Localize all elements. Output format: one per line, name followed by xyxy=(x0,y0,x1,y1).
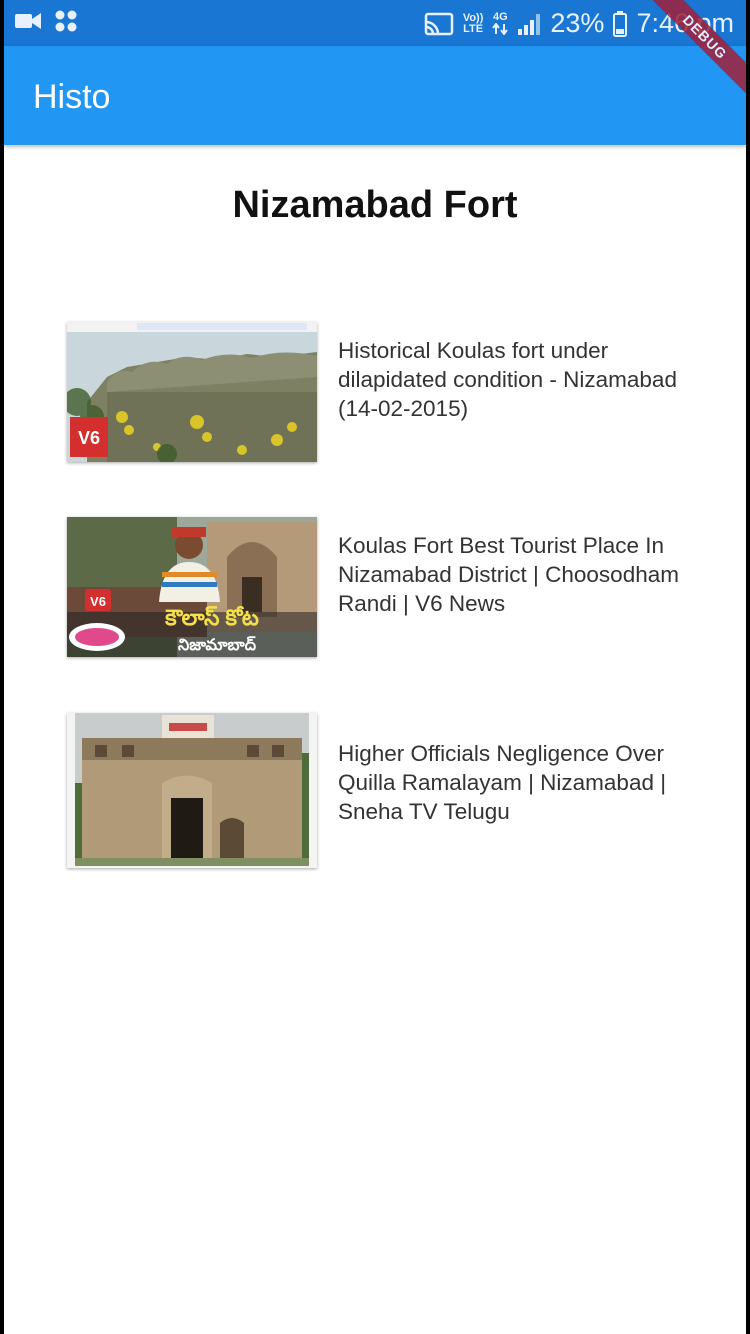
app-title: Histo xyxy=(33,78,111,116)
svg-text:కౌలాస్ కోట: కౌలాస్ కోట xyxy=(164,605,259,630)
data-arrows-icon: 4G xyxy=(492,11,509,35)
video-title[interactable]: Historical Koulas fort under dilapidated… xyxy=(338,336,708,423)
fort-visitor-image: కౌలాస్ కోట నిజామాబాద్ V6 xyxy=(67,517,317,657)
battery-percent: 23% xyxy=(550,8,605,38)
fort-ruins-image: V6 xyxy=(67,322,317,462)
svg-text:V6: V6 xyxy=(78,428,100,448)
video-list-item[interactable]: కౌలాస్ కోట నిజామాబాద్ V6 Koulas Fort Bes… xyxy=(67,517,707,667)
apps-icon xyxy=(54,9,78,33)
network-type-label: 4G xyxy=(493,11,508,23)
video-list-item[interactable]: Higher Officials Negligence Over Quilla … xyxy=(67,713,708,868)
volte-icon: Vo)) LTE xyxy=(462,11,484,35)
page-title: Nizamabad Fort xyxy=(232,184,518,226)
svg-text:నిజామాబాద్: నిజామాబాద్ xyxy=(178,636,257,654)
battery-icon xyxy=(613,10,628,37)
app-screen: Vo)) LTE 4G 23% 7:46 pm Histo DEBUG Niza… xyxy=(4,0,746,1334)
video-camera-icon xyxy=(14,10,42,32)
video-thumbnail[interactable] xyxy=(67,713,317,868)
status-bar: Vo)) LTE 4G 23% 7:46 pm xyxy=(4,0,746,46)
svg-text:V6: V6 xyxy=(90,594,106,609)
fort-gate-image xyxy=(67,713,317,868)
app-bar: Histo xyxy=(4,46,746,145)
cast-icon xyxy=(424,12,454,36)
video-title[interactable]: Higher Officials Negligence Over Quilla … xyxy=(338,739,708,826)
video-thumbnail[interactable]: V6 xyxy=(67,322,317,462)
video-title[interactable]: Koulas Fort Best Tourist Place In Nizama… xyxy=(338,531,708,618)
video-list-item[interactable]: V6 Historical Koulas fort under dilapida… xyxy=(67,322,707,472)
signal-icon xyxy=(517,12,541,36)
status-left-icons xyxy=(14,9,78,33)
video-thumbnail[interactable]: కౌలాస్ కోట నిజామాబాద్ V6 xyxy=(67,517,317,657)
